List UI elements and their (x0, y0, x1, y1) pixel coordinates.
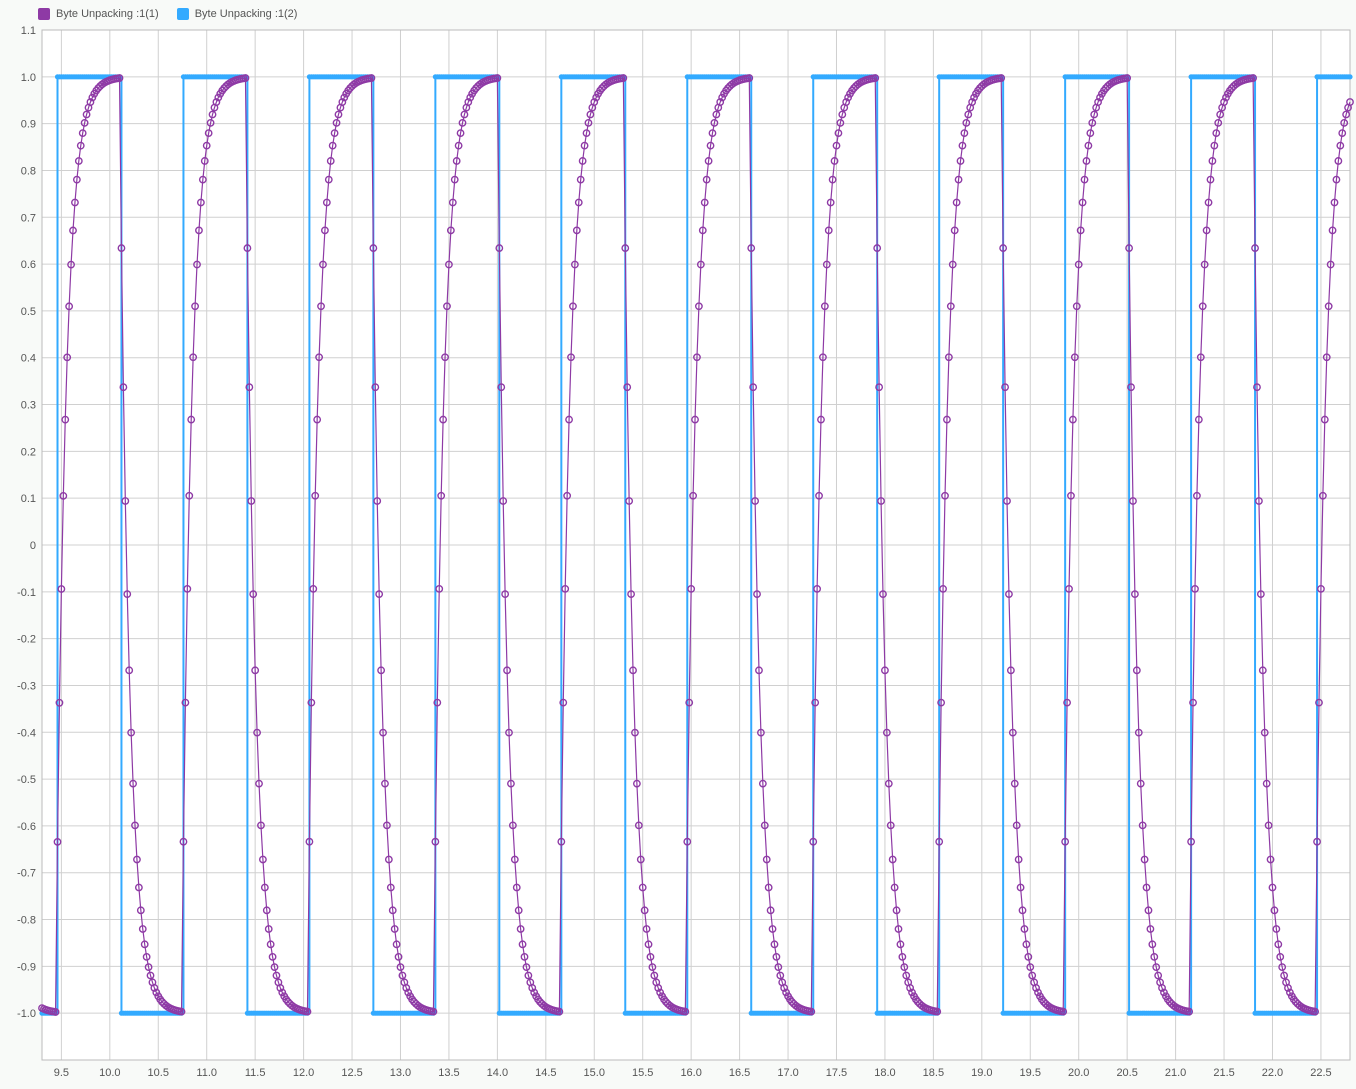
x-tick-label: 13.0 (390, 1067, 411, 1079)
x-tick-label: 9.5 (54, 1067, 69, 1079)
y-tick-label: -0.1 (17, 587, 36, 599)
x-tick-label: 22.5 (1310, 1067, 1331, 1079)
y-tick-label: 0.9 (21, 119, 36, 131)
y-tick-label: 0.1 (21, 493, 36, 505)
x-tick-label: 15.5 (632, 1067, 653, 1079)
chart-container: Byte Unpacking :1(1) Byte Unpacking :1(2… (0, 0, 1356, 1089)
x-tick-label: 10.0 (99, 1067, 120, 1079)
y-tick-label: 0.6 (21, 259, 36, 271)
plot-svg: 9.5 10.0 10.5 11.0 11.5 12.0 12.5 13.0 13.5 14.0 1… (0, 0, 1356, 1089)
x-tick-label: 20.0 (1068, 1067, 1089, 1079)
y-tick-label: 1.0 (21, 72, 36, 84)
x-tick-label: 11.5 (245, 1067, 266, 1079)
y-tick-label: 0.4 (21, 353, 36, 365)
y-tick-label: -0.5 (17, 774, 36, 786)
y-tick-label: 0.3 (21, 400, 36, 412)
x-tick-label: 10.5 (148, 1067, 169, 1079)
x-tick-label: 17.0 (777, 1067, 798, 1079)
x-tick-label: 17.5 (826, 1067, 847, 1079)
y-tick-label: 0.8 (21, 165, 36, 177)
x-tick-label: 12.0 (293, 1067, 314, 1079)
y-tick-label: -0.8 (17, 915, 36, 927)
y-tick-label: -1.0 (17, 1008, 36, 1020)
x-tick-label: 18.5 (923, 1067, 944, 1079)
x-tick-label: 19.0 (971, 1067, 992, 1079)
y-tick-label: 0.5 (21, 306, 36, 318)
x-tick-label: 15.0 (584, 1067, 605, 1079)
y-tick-label: -0.6 (17, 821, 36, 833)
x-tick-label: 18.0 (874, 1067, 895, 1079)
x-tick-label: 13.5 (438, 1067, 459, 1079)
x-tick-label: 12.5 (341, 1067, 362, 1079)
y-tick-label: -0.3 (17, 680, 36, 692)
x-tick-label: 14.0 (487, 1067, 508, 1079)
y-tick-label: 0.2 (21, 446, 36, 458)
y-tick-label: 1.1 (21, 25, 36, 37)
y-tick-label: 0.7 (21, 212, 36, 224)
y-tick-label: -0.9 (17, 961, 36, 973)
y-tick-label: -0.2 (17, 634, 36, 646)
x-tick-label: 20.5 (1116, 1067, 1137, 1079)
x-tick-label: 21.5 (1213, 1067, 1234, 1079)
x-tick-label: 19.5 (1020, 1067, 1041, 1079)
x-tick-label: 22.0 (1262, 1067, 1283, 1079)
y-tick-label: 0 (30, 540, 36, 552)
y-tick-label: -0.7 (17, 868, 36, 880)
y-tick-label: -0.4 (17, 727, 36, 739)
x-tick-label: 16.5 (729, 1067, 750, 1079)
x-tick-label: 11.0 (196, 1067, 217, 1079)
x-tick-label: 21.0 (1165, 1067, 1186, 1079)
x-tick-label: 16.0 (680, 1067, 701, 1079)
x-tick-label: 14.5 (535, 1067, 556, 1079)
